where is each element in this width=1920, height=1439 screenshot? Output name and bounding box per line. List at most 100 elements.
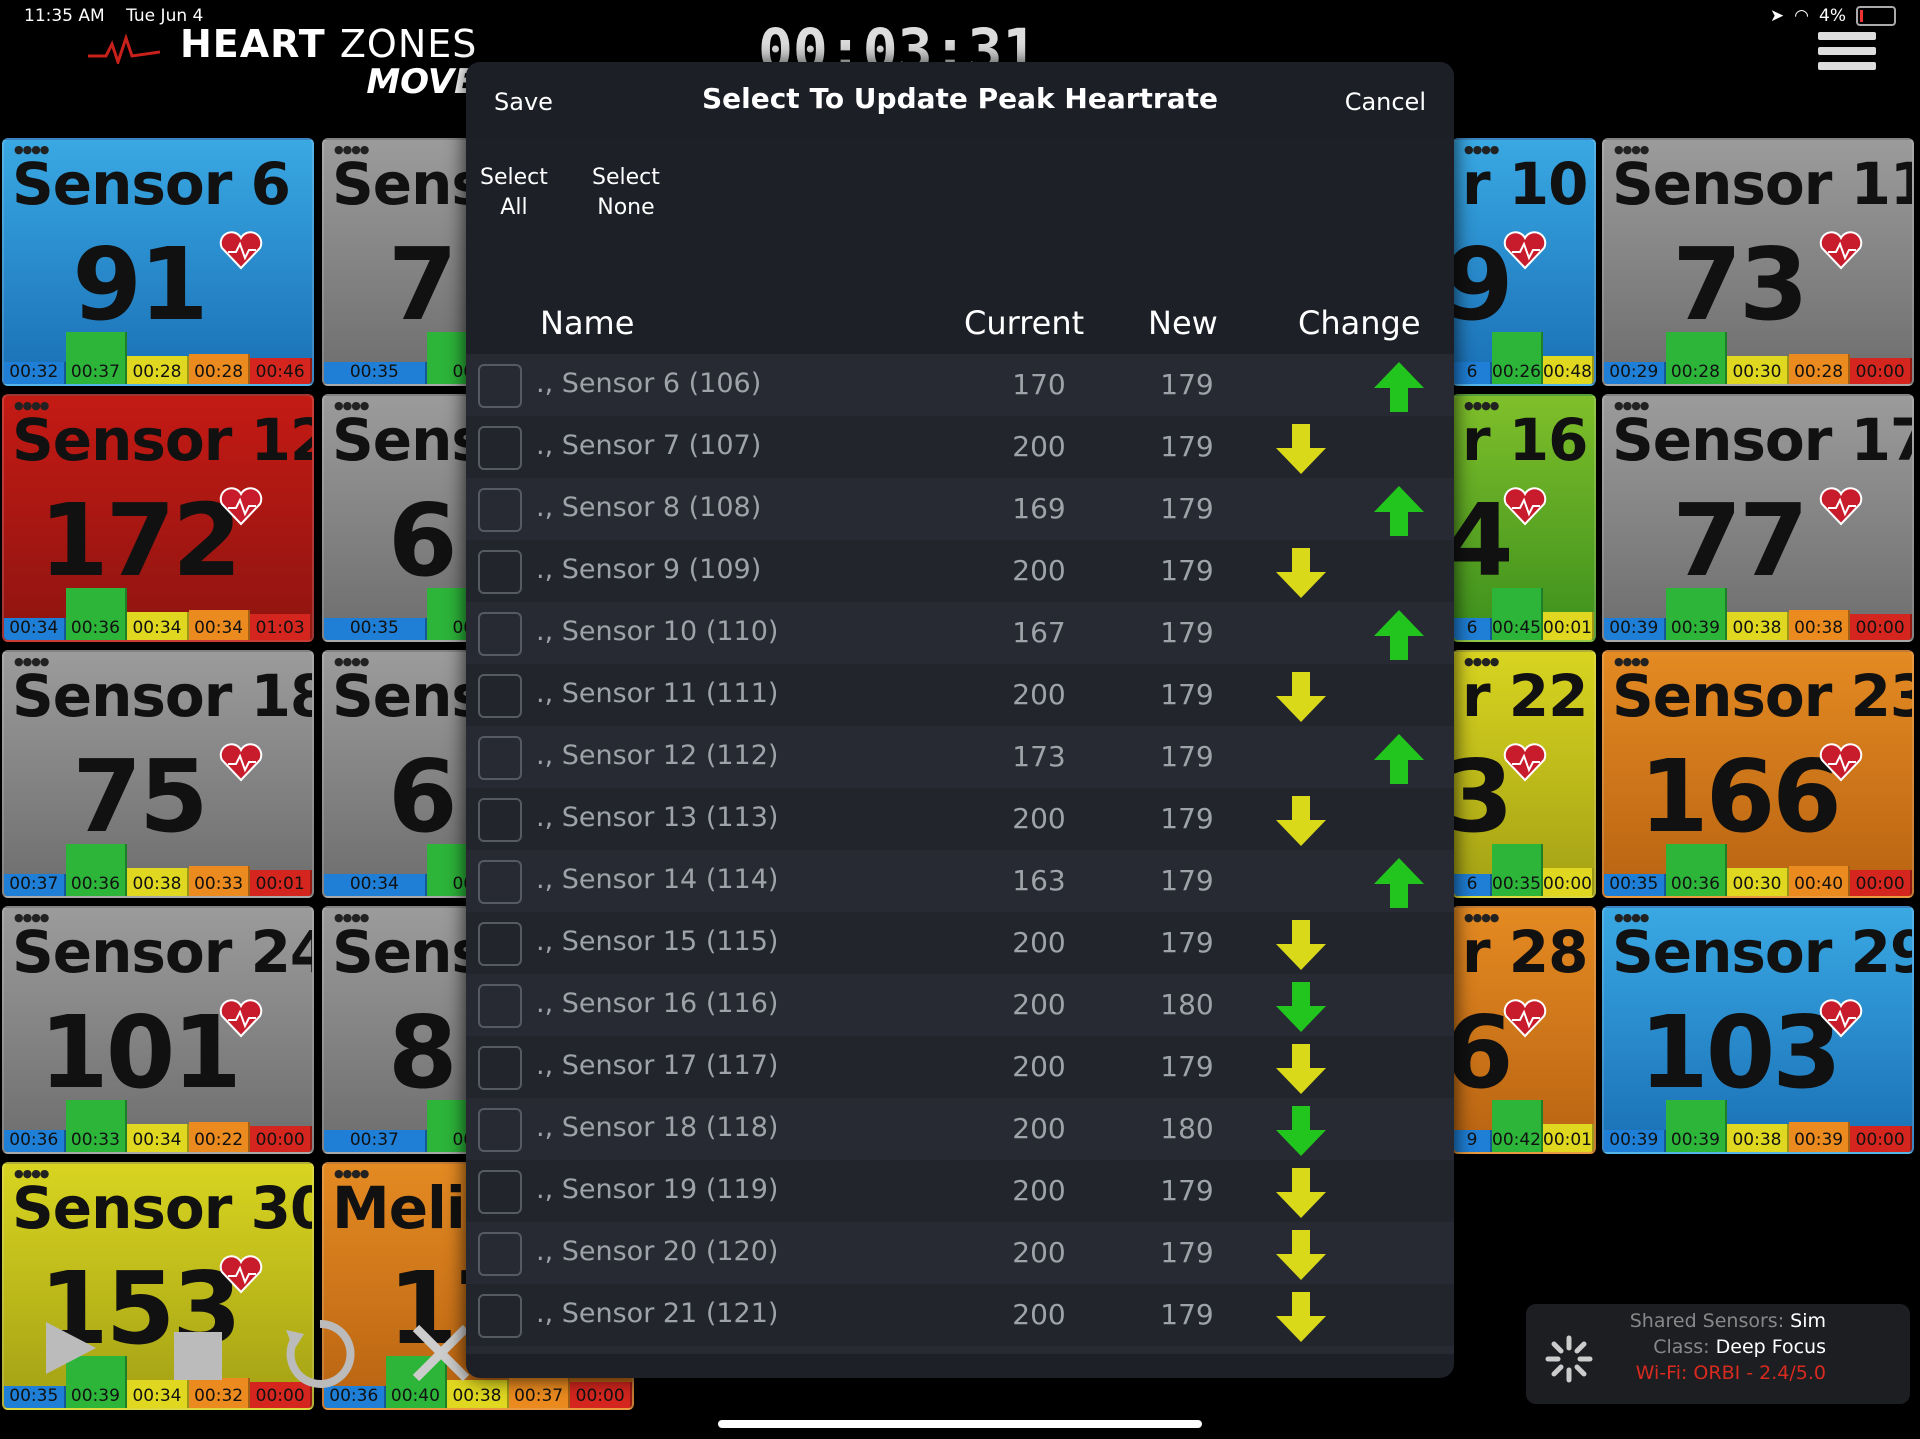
sensor-update-list[interactable]: ., Sensor 6 (106) 170 179., Sensor 7 (107)… — [466, 354, 1454, 1354]
close-session-button[interactable] — [408, 1320, 474, 1390]
column-header-new: New — [1148, 304, 1218, 342]
row-checkbox[interactable] — [478, 364, 522, 408]
zone-time-bars: 6 00:45 00:01 — [1454, 584, 1594, 640]
row-current: 167 — [1012, 616, 1066, 649]
arrow-up-icon — [1374, 486, 1424, 536]
row-checkbox[interactable] — [478, 736, 522, 780]
sensor-tile[interactable]: ●●●●Sensor 29 .10300:3900:3900:3800:3900… — [1602, 906, 1914, 1154]
table-row[interactable]: ., Sensor 21 (121) 200 179 — [466, 1284, 1454, 1346]
wifi-icon: ◠ — [1794, 6, 1810, 26]
session-timer: 00:03:31 — [758, 16, 1038, 66]
row-checkbox[interactable] — [478, 1170, 522, 1214]
row-checkbox[interactable] — [478, 488, 522, 532]
arrow-up-icon — [1374, 610, 1424, 660]
table-row[interactable]: ., Sensor 10 (110) 167 179 — [466, 602, 1454, 664]
zone-time-label: 00:28 — [188, 354, 251, 384]
zone-time-label: 00:36 — [65, 844, 128, 896]
reset-button[interactable] — [282, 1316, 358, 1396]
table-row[interactable]: ., Sensor 12 (112) 173 179 — [466, 726, 1454, 788]
row-checkbox[interactable] — [478, 922, 522, 966]
heart-icon — [1819, 999, 1863, 1038]
zone-time-label: 9 — [1454, 1130, 1492, 1152]
sensor-tile-name: Sensor 6 . — [12, 150, 314, 218]
row-current: 200 — [1012, 678, 1066, 711]
row-current: 200 — [1012, 926, 1066, 959]
select-none-button[interactable]: Select None — [586, 162, 666, 224]
heart-icon — [1503, 999, 1547, 1038]
sensor-tile[interactable]: ●●●●Sensor 11 .7300:2900:2800:3000:2800:… — [1602, 138, 1914, 386]
row-checkbox[interactable] — [478, 1046, 522, 1090]
zone-time-label: 00:30 — [1727, 356, 1789, 384]
sensor-tile[interactable]: ●●●●Sensor 17 .7700:3900:3900:3800:3800:… — [1602, 394, 1914, 642]
cancel-button[interactable]: Cancel — [1345, 88, 1426, 116]
table-row[interactable]: ., Sensor 22 (122)200179 — [466, 1346, 1454, 1354]
row-current: 200 — [1012, 1112, 1066, 1145]
select-all-line2: All — [500, 195, 528, 220]
zone-time-label: 00:32 — [4, 362, 66, 384]
wifi-status: Wi-Fi: ORBI - 2.4/5.0 — [1635, 1362, 1826, 1384]
select-none-line2: None — [597, 195, 655, 220]
play-button[interactable] — [40, 1318, 100, 1382]
row-name: ., Sensor 14 (114) — [536, 864, 779, 895]
sensor-tile-heartrate: 4 — [1454, 482, 1514, 599]
row-checkbox[interactable] — [478, 798, 522, 842]
sensor-tile[interactable]: ●●●●r 28 .6900:4200:01 — [1452, 906, 1596, 1154]
zone-time-label: 00:28 — [127, 356, 189, 384]
sensor-tile[interactable]: ●●●●r 22 .3600:3500:00 — [1452, 650, 1596, 898]
table-row[interactable]: ., Sensor 6 (106) 170 179 — [466, 354, 1454, 416]
table-row[interactable]: ., Sensor 11 (111) 200 179 — [466, 664, 1454, 726]
close-icon — [412, 1324, 470, 1382]
table-row[interactable]: ., Sensor 13 (113) 200 179 — [466, 788, 1454, 850]
row-checkbox[interactable] — [478, 674, 522, 718]
sensor-tile[interactable]: ●●●●Sensor 24 .10100:3600:3300:3400:2200… — [2, 906, 314, 1154]
sensor-tile[interactable]: ●●●●r 16 .4600:4500:01 — [1452, 394, 1596, 642]
shared-sensors-value: Sim — [1790, 1310, 1826, 1332]
select-all-button[interactable]: Select All — [474, 162, 554, 224]
zone-time-bars: 00:35 00:36 00:30 00:40 00:00 — [1604, 840, 1912, 896]
table-row[interactable]: ., Sensor 17 (117) 200 179 — [466, 1036, 1454, 1098]
zone-time-label: 00:00 — [1850, 358, 1912, 384]
heart-icon — [1503, 487, 1547, 526]
stop-button[interactable] — [172, 1330, 224, 1386]
table-row[interactable]: ., Sensor 8 (108) 169 179 — [466, 478, 1454, 540]
row-current: 200 — [1012, 554, 1066, 587]
row-checkbox[interactable] — [478, 426, 522, 470]
table-row[interactable]: ., Sensor 9 (109) 200 179 — [466, 540, 1454, 602]
table-row[interactable]: ., Sensor 20 (120) 200 179 — [466, 1222, 1454, 1284]
row-checkbox[interactable] — [478, 550, 522, 594]
row-new: 179 — [1160, 430, 1214, 463]
table-row[interactable]: ., Sensor 19 (119) 200 179 — [466, 1160, 1454, 1222]
zone-time-label: 00:33 — [65, 1100, 128, 1152]
row-name: ., Sensor 15 (115) — [536, 926, 779, 957]
row-name: ., Sensor 13 (113) — [536, 802, 779, 833]
row-new: 179 — [1160, 740, 1214, 773]
sensor-tile[interactable]: ●●●● Sensor 6 . 91 00:32 00:37 00:28 00:28 00:4… — [2, 138, 314, 386]
status-right: ➤ ◠ 4% — [1770, 6, 1896, 26]
sensor-tile[interactable]: ●●●●r 10 .9600:2600:48 — [1452, 138, 1596, 386]
zone-time-label: 00:00 — [250, 1126, 312, 1152]
table-row[interactable]: ., Sensor 7 (107) 200 179 — [466, 416, 1454, 478]
row-checkbox[interactable] — [478, 1108, 522, 1152]
arrow-down-icon — [1274, 1352, 1328, 1354]
sensor-tile[interactable]: ●●●●Sensor 12 .17200:3400:3600:3400:3401… — [2, 394, 314, 642]
row-new: 179 — [1160, 368, 1214, 401]
table-row[interactable]: ., Sensor 15 (115) 200 179 — [466, 912, 1454, 974]
table-row[interactable]: ., Sensor 16 (116) 200 180 — [466, 974, 1454, 1036]
row-checkbox[interactable] — [478, 860, 522, 904]
row-current: 200 — [1012, 1298, 1066, 1331]
row-current: 200 — [1012, 988, 1066, 1021]
row-checkbox[interactable] — [478, 1294, 522, 1338]
row-new: 179 — [1160, 1174, 1214, 1207]
table-row[interactable]: ., Sensor 18 (118) 200 180 — [466, 1098, 1454, 1160]
sensor-tile-name: r 22 . — [1462, 662, 1594, 730]
arrow-up-icon — [1374, 734, 1424, 784]
sensor-tile[interactable]: ●●●●Sensor 23 .16600:3500:3600:3000:4000… — [1602, 650, 1914, 898]
home-indicator[interactable] — [718, 1420, 1202, 1428]
hamburger-menu-icon[interactable] — [1818, 32, 1876, 76]
row-checkbox[interactable] — [478, 1232, 522, 1276]
zone-time-label: 00:38 — [1788, 610, 1851, 640]
sensor-tile[interactable]: ●●●●Sensor 18 .7500:3700:3600:3800:3300:… — [2, 650, 314, 898]
row-checkbox[interactable] — [478, 612, 522, 656]
row-checkbox[interactable] — [478, 984, 522, 1028]
table-row[interactable]: ., Sensor 14 (114) 163 179 — [466, 850, 1454, 912]
